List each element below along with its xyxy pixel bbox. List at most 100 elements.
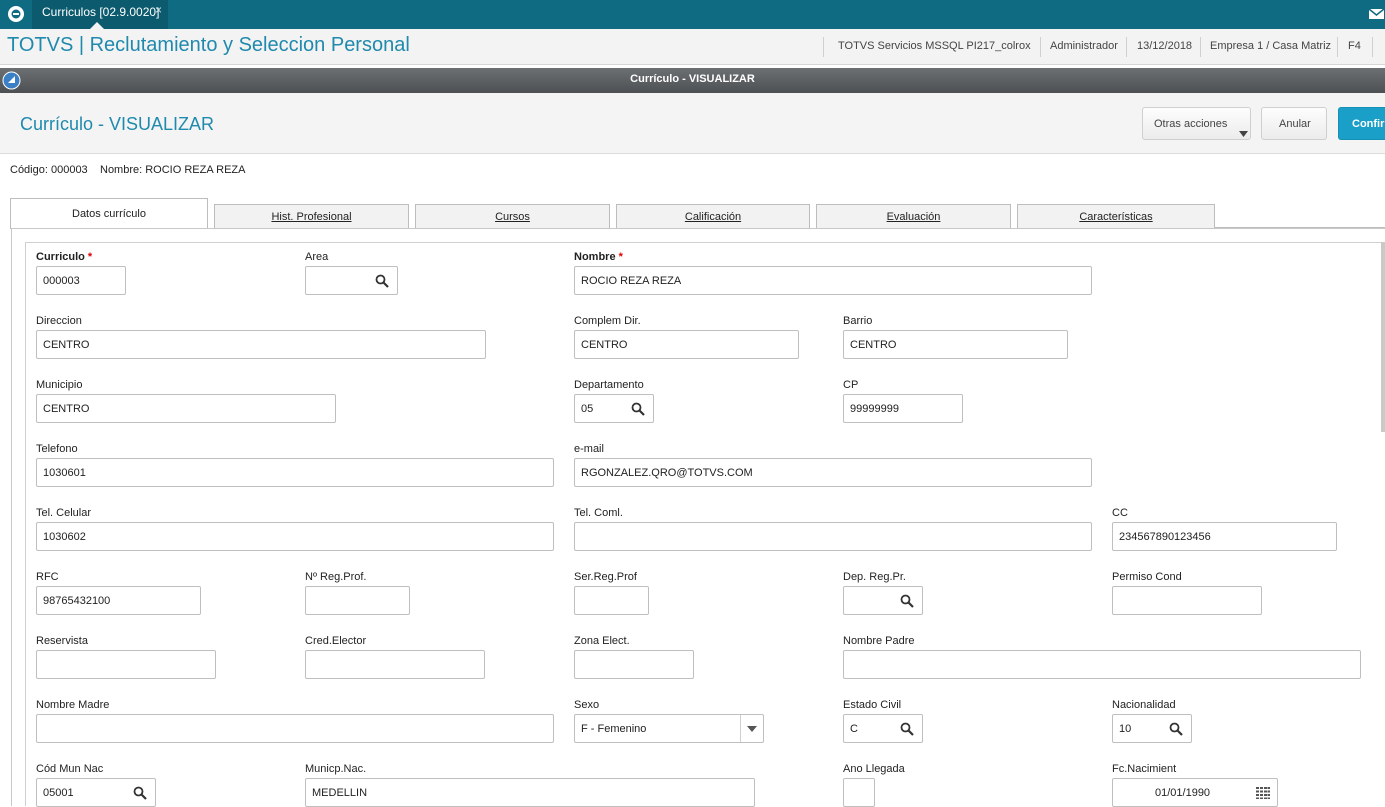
tel-celular-field[interactable]: 1030602 xyxy=(36,522,554,551)
search-icon[interactable] xyxy=(631,402,645,416)
cp-field[interactable]: 99999999 xyxy=(843,394,963,423)
tab-label: Cursos xyxy=(495,211,530,223)
sexo-select[interactable]: F - Femenino xyxy=(574,714,764,743)
direccion-field[interactable]: CENTRO xyxy=(36,330,486,359)
search-icon[interactable] xyxy=(900,722,914,736)
email-field[interactable]: RGONZALEZ.QRO@TOTVS.COM xyxy=(574,458,1092,487)
zona-elect-field[interactable] xyxy=(574,650,694,679)
curriculo-field[interactable]: 000003 xyxy=(36,266,126,295)
header-date: 13/12/2018 xyxy=(1137,40,1193,52)
tab-caracteristicas[interactable]: Características xyxy=(1017,204,1215,228)
departamento-field[interactable]: 05 xyxy=(574,394,654,423)
window-title: Currículo - VISUALIZAR xyxy=(630,73,755,85)
calendar-icon[interactable] xyxy=(1256,787,1270,799)
search-icon[interactable] xyxy=(1169,722,1183,736)
label-nombre-madre: Nombre Madre xyxy=(36,699,110,711)
complem-dir-field[interactable]: CENTRO xyxy=(574,330,799,359)
nacionalidad-field[interactable]: 10 xyxy=(1112,714,1192,743)
tab-label: Calificación xyxy=(684,211,742,223)
label-tel-coml: Tel. Coml. xyxy=(574,507,623,519)
other-actions-button[interactable]: Otras acciones xyxy=(1142,107,1251,140)
municp-nac-field[interactable]: MEDELLIN xyxy=(305,778,755,807)
tab-close-icon[interactable]: × xyxy=(155,3,162,17)
label-cc: CC xyxy=(1112,507,1128,519)
tab-label: Datos currículo xyxy=(72,208,146,220)
ano-llegada-field[interactable] xyxy=(843,778,875,807)
confirm-button[interactable]: Confir xyxy=(1338,107,1385,140)
rfc-field[interactable]: 98765432100 xyxy=(36,586,201,615)
tab-label: Evaluación xyxy=(886,211,941,223)
label-telefono: Telefono xyxy=(36,443,78,455)
header-divider xyxy=(823,37,824,57)
label-tel-celular: Tel. Celular xyxy=(36,507,92,519)
label-cp: CP xyxy=(843,379,859,391)
cc-field[interactable]: 234567890123456 xyxy=(1112,522,1337,551)
page-title: Currículo - VISUALIZAR xyxy=(20,114,215,134)
search-icon[interactable] xyxy=(133,786,147,800)
cancel-button[interactable]: Anular xyxy=(1261,107,1327,140)
cod-mun-nac-field[interactable]: 05001 xyxy=(36,778,156,807)
label-area: Area xyxy=(305,251,329,263)
vertical-scrollbar[interactable] xyxy=(1381,242,1385,432)
label-fc-nacimient: Fc.Nacimient xyxy=(1112,763,1177,775)
header-server: TOTVS Servicios MSSQL PI217_colrox xyxy=(838,40,1031,52)
reg-prof-field[interactable] xyxy=(305,586,410,615)
label-reservista: Reservista xyxy=(36,635,88,647)
nombre-madre-field[interactable] xyxy=(36,714,554,743)
reservista-field[interactable] xyxy=(36,650,216,679)
search-icon[interactable] xyxy=(375,274,389,288)
label-estado-civil: Estado Civil xyxy=(843,699,902,711)
header-user[interactable]: Administrador xyxy=(1050,40,1118,52)
label-municipio: Municipio xyxy=(36,379,83,391)
dep-reg-pr-field[interactable] xyxy=(843,586,923,615)
cancel-label: Anular xyxy=(1279,118,1311,130)
label-complem-dir: Complem Dir. xyxy=(574,315,641,327)
tab-label: Características xyxy=(1079,211,1153,223)
label-dep-reg-pr: Dep. Reg.Pr. xyxy=(843,571,906,583)
nombre-padre-field[interactable] xyxy=(843,650,1361,679)
label-barrio: Barrio xyxy=(843,315,873,327)
action-bar: Currículo - VISUALIZAR Otras acciones An… xyxy=(0,93,1385,154)
mail-icon[interactable] xyxy=(1368,6,1385,22)
tab-hist-profesional[interactable]: Hist. Profesional xyxy=(214,204,409,228)
tab-curriculos[interactable]: Curriculos [02.9.0020] × xyxy=(32,0,168,29)
label-direccion: Direccion xyxy=(36,315,82,327)
telefono-field[interactable]: 1030601 xyxy=(36,458,554,487)
header-f4[interactable]: F4 xyxy=(1348,40,1361,52)
fc-nacimient-field[interactable]: 01/01/1990 xyxy=(1112,778,1278,807)
ser-reg-prof-field[interactable] xyxy=(574,586,649,615)
cred-elector-field[interactable] xyxy=(305,650,485,679)
tel-coml-field[interactable] xyxy=(574,522,1092,551)
tab-label: Hist. Profesional xyxy=(271,211,352,223)
header-divider xyxy=(1126,37,1127,57)
tab-cursos[interactable]: Cursos xyxy=(415,204,610,228)
estado-civil-field[interactable]: C xyxy=(843,714,923,743)
area-field[interactable] xyxy=(305,266,398,295)
search-icon[interactable] xyxy=(900,594,914,608)
header-divider xyxy=(1040,37,1041,57)
label-cred-elector: Cred.Elector xyxy=(305,635,367,647)
label-sexo: Sexo xyxy=(574,699,600,711)
header-divider xyxy=(1372,37,1373,57)
permiso-cond-field[interactable] xyxy=(1112,586,1262,615)
label-nombre-padre: Nombre Padre xyxy=(843,635,915,647)
label-reg-prof: Nº Reg.Prof. xyxy=(305,571,367,583)
tab-calificacion[interactable]: Calificación xyxy=(616,204,810,228)
tab-datos-curriculo[interactable]: Datos currículo xyxy=(10,198,208,229)
chevron-down-icon[interactable] xyxy=(740,715,763,742)
app-title: TOTVS | Reclutamiento y Seleccion Person… xyxy=(7,34,410,56)
top-bar: Curriculos [02.9.0020] × xyxy=(0,0,1385,29)
label-nacionalidad: Nacionalidad xyxy=(1112,699,1176,711)
nombre-field[interactable]: ROCIO REZA REZA xyxy=(574,266,1092,295)
label-municp-nac: Municp.Nac. xyxy=(305,763,367,775)
municipio-field[interactable]: CENTRO xyxy=(36,394,336,423)
label-departamento: Departamento xyxy=(574,379,644,391)
app-header: TOTVS | Reclutamiento y Seleccion Person… xyxy=(0,29,1385,65)
barrio-field[interactable]: CENTRO xyxy=(843,330,1068,359)
tab-evaluacion[interactable]: Evaluación xyxy=(816,204,1011,228)
header-divider xyxy=(1337,37,1338,57)
label-curriculo: Curriculo * xyxy=(36,251,93,263)
chevron-down-icon xyxy=(1239,131,1248,137)
record-name: Nombre: ROCIO REZA REZA xyxy=(100,164,246,176)
header-company[interactable]: Empresa 1 / Casa Matriz xyxy=(1210,40,1331,52)
